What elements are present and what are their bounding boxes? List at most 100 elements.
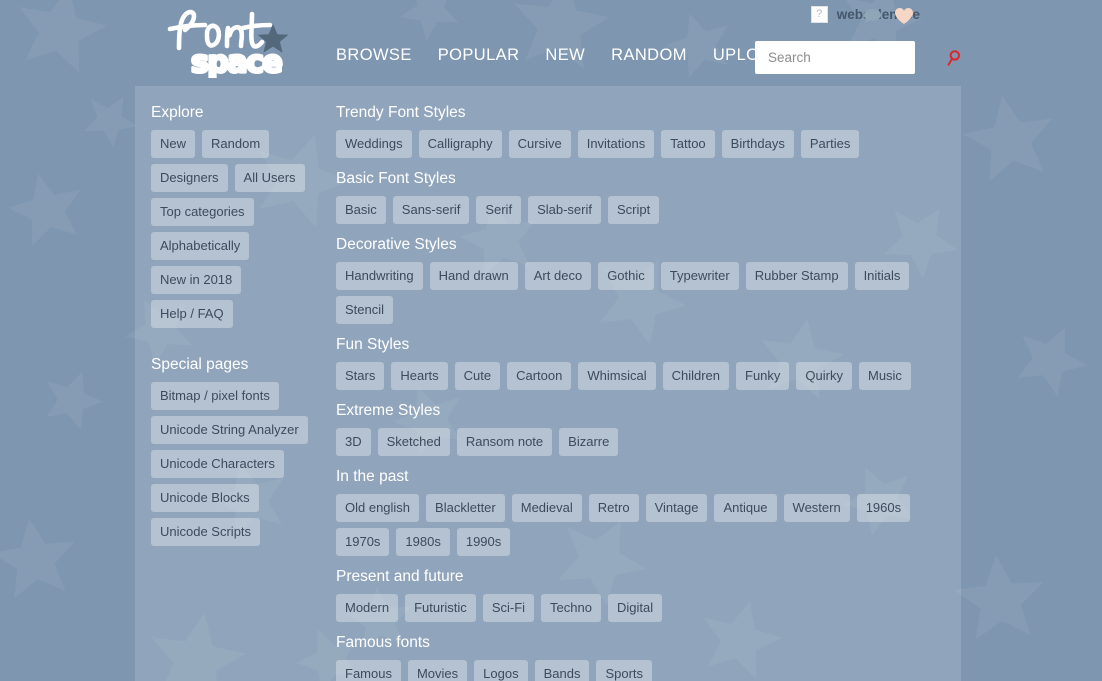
tag-hearts[interactable]: Hearts	[391, 362, 448, 390]
tag-row: Handwriting Hand drawn Art deco Gothic Typew…	[336, 262, 949, 324]
sidebar-row: Designers All Users	[151, 164, 335, 192]
tag-vintage[interactable]: Vintage	[645, 494, 708, 522]
tag-famous[interactable]: Famous	[336, 660, 401, 681]
tag-parties[interactable]: Parties	[800, 130, 860, 158]
sidebar-item-new-in-2018[interactable]: New in 2018	[151, 266, 242, 294]
tag-stencil[interactable]: Stencil	[336, 296, 394, 324]
tag-whimsical[interactable]: Whimsical	[578, 362, 656, 390]
sidebar-item-unicode-blocks[interactable]: Unicode Blocks	[151, 484, 259, 512]
sidebar-item-all-users[interactable]: All Users	[234, 164, 305, 192]
tag-birthdays[interactable]: Birthdays	[721, 130, 794, 158]
tag-hand-drawn[interactable]: Hand drawn	[429, 262, 518, 290]
tag-serif[interactable]: Serif	[476, 196, 522, 224]
tag-1970s[interactable]: 1970s	[336, 528, 390, 556]
site-header: space BROWSE POPULAR NEW RANDOM UPLOAD ?…	[0, 0, 1102, 86]
section-famous-fonts: Famous fonts Famous Movies Logos Bands Sports	[336, 634, 949, 681]
tag-funky[interactable]: Funky	[736, 362, 790, 390]
sidebar-row: Unicode String Analyzer	[151, 416, 335, 444]
tag-quirky[interactable]: Quirky	[796, 362, 852, 390]
sidebar-row: Help / FAQ	[151, 300, 335, 328]
tag-logos[interactable]: Logos	[474, 660, 528, 681]
sidebar-row: Top categories	[151, 198, 335, 226]
tag-handwriting[interactable]: Handwriting	[336, 262, 423, 290]
tag-1990s[interactable]: 1990s	[456, 528, 511, 556]
sidebar-item-alphabetically[interactable]: Alphabetically	[151, 232, 250, 260]
sidebar-row: Alphabetically	[151, 232, 335, 260]
section-heading-trendy-font-styles: Trendy Font Styles	[336, 104, 466, 121]
tag-old-english[interactable]: Old english	[336, 494, 420, 522]
section-heading-extreme-styles: Extreme Styles	[336, 402, 441, 419]
tag-slab-serif[interactable]: Slab-serif	[528, 196, 601, 224]
tag-row: 3D Sketched Ransom note Bizarre	[336, 428, 949, 456]
tag-music[interactable]: Music	[858, 362, 911, 390]
search-icon[interactable]	[947, 49, 962, 66]
tag-movies[interactable]: Movies	[407, 660, 468, 681]
tag-gothic[interactable]: Gothic	[598, 262, 654, 290]
tag-digital[interactable]: Digital	[607, 594, 663, 622]
tag-cute[interactable]: Cute	[454, 362, 501, 390]
tag-invitations[interactable]: Invitations	[577, 130, 655, 158]
nav-item-random[interactable]: RANDOM	[611, 46, 687, 65]
search-input[interactable]	[766, 49, 947, 66]
tag-retro[interactable]: Retro	[588, 494, 639, 522]
sidebar-item-random[interactable]: Random	[202, 130, 270, 158]
sidebar-item-bitmap-pixel-fonts[interactable]: Bitmap / pixel fonts	[151, 382, 279, 410]
tag-futuristic[interactable]: Futuristic	[405, 594, 476, 622]
sidebar-row: Unicode Characters	[151, 450, 335, 478]
tag-western[interactable]: Western	[783, 494, 850, 522]
tag-art-deco[interactable]: Art deco	[524, 262, 592, 290]
sidebar-item-designers[interactable]: Designers	[151, 164, 228, 192]
tag-script[interactable]: Script	[607, 196, 660, 224]
tag-cursive[interactable]: Cursive	[508, 130, 571, 158]
tag-1980s[interactable]: 1980s	[396, 528, 450, 556]
tag-weddings[interactable]: Weddings	[336, 130, 412, 158]
tag-typewriter[interactable]: Typewriter	[660, 262, 739, 290]
tag-sans-serif[interactable]: Sans-serif	[392, 196, 470, 224]
tag-basic[interactable]: Basic	[336, 196, 386, 224]
tag-sports[interactable]: Sports	[596, 660, 653, 681]
sidebar-item-unicode-string-analyzer[interactable]: Unicode String Analyzer	[151, 416, 308, 444]
section-heading-famous-fonts: Famous fonts	[336, 634, 430, 651]
tag-row: Weddings Calligraphy Cursive Invitations Tat…	[336, 130, 949, 158]
heart-icon[interactable]	[894, 7, 914, 25]
sidebar-item-top-categories[interactable]: Top categories	[151, 198, 254, 226]
tag-rubber-stamp[interactable]: Rubber Stamp	[745, 262, 848, 290]
tag-bands[interactable]: Bands	[534, 660, 590, 681]
tag-techno[interactable]: Techno	[541, 594, 601, 622]
tag-cartoon[interactable]: Cartoon	[507, 362, 572, 390]
sidebar-item-unicode-scripts[interactable]: Unicode Scripts	[151, 518, 261, 546]
section-heading-basic-font-styles: Basic Font Styles	[336, 170, 456, 187]
tag-blackletter[interactable]: Blackletter	[426, 494, 505, 522]
svg-text:space: space	[191, 45, 281, 78]
tag-medieval[interactable]: Medieval	[511, 494, 582, 522]
sidebar-row: Unicode Blocks	[151, 484, 335, 512]
tag-stars[interactable]: Stars	[336, 362, 385, 390]
section-decorative-styles: Decorative Styles Handwriting Hand drawn Ar…	[336, 236, 949, 324]
tag-ransom-note[interactable]: Ransom note	[456, 428, 553, 456]
sidebar-row: New in 2018	[151, 266, 335, 294]
tag-initials[interactable]: Initials	[854, 262, 910, 290]
tag-tattoo[interactable]: Tattoo	[661, 130, 715, 158]
section-extreme-styles: Extreme Styles 3D Sketched Ransom note Bizar…	[336, 402, 949, 456]
sidebar-item-help-faq[interactable]: Help / FAQ	[151, 300, 233, 328]
nav-item-popular[interactable]: POPULAR	[438, 46, 520, 65]
sidebar-item-unicode-characters[interactable]: Unicode Characters	[151, 450, 284, 478]
nav-item-browse[interactable]: BROWSE	[336, 46, 412, 65]
tag-children[interactable]: Children	[662, 362, 730, 390]
tag-sketched[interactable]: Sketched	[377, 428, 450, 456]
tag-sci-fi[interactable]: Sci-Fi	[482, 594, 535, 622]
tag-antique[interactable]: Antique	[714, 494, 777, 522]
tag-1960s[interactable]: 1960s	[856, 494, 911, 522]
sidebar-heading-special-pages: Special pages	[151, 356, 249, 373]
tag-3d[interactable]: 3D	[336, 428, 371, 456]
tag-row: Old english Blackletter Medieval Retro Vinta…	[336, 494, 949, 556]
site-logo[interactable]: space	[163, 2, 295, 78]
section-present-and-future: Present and future Modern Futuristic Sci-Fi…	[336, 568, 949, 622]
tag-calligraphy[interactable]: Calligraphy	[418, 130, 502, 158]
tag-bizarre[interactable]: Bizarre	[559, 428, 619, 456]
search-box[interactable]	[755, 41, 960, 74]
nav-item-new[interactable]: NEW	[545, 46, 585, 65]
chat-bubble-icon[interactable]	[863, 8, 882, 24]
sidebar-item-new[interactable]: New	[151, 130, 196, 158]
tag-modern[interactable]: Modern	[336, 594, 399, 622]
